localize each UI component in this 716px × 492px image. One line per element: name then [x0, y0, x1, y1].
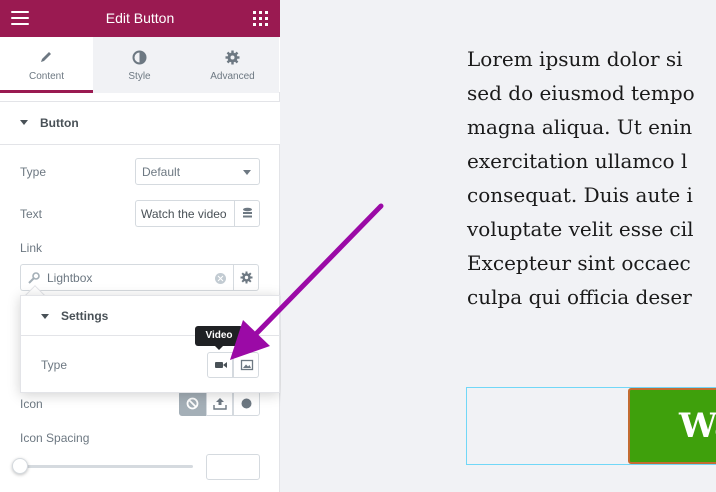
button-widget-outline[interactable]: Wa: [466, 387, 716, 465]
type-image-option[interactable]: [233, 352, 259, 378]
type-select-value: Default: [142, 165, 181, 179]
tab-content[interactable]: Content: [0, 37, 93, 93]
paragraph-line: magna aliqua. Ut enin: [467, 115, 693, 139]
caret-down-icon: [41, 314, 49, 319]
icon-upload-option[interactable]: [206, 391, 233, 416]
lorem-paragraph: Lorem ipsum dolor si sed do eiusmod temp…: [467, 42, 695, 314]
icon-spacing-label: Icon Spacing: [20, 431, 90, 445]
panel-tabs: Content Style Advanced: [0, 37, 280, 93]
link-options-button[interactable]: [233, 264, 259, 291]
database-icon: [243, 207, 252, 218]
paragraph-line: voluptate velit esse cil: [467, 217, 694, 241]
video-camera-icon: [215, 362, 227, 368]
chevron-down-icon: [243, 170, 251, 175]
page-preview: Lorem ipsum dolor si sed do eiusmod temp…: [281, 0, 716, 492]
popover-type-label: Type: [41, 358, 68, 372]
ban-icon: [186, 397, 199, 410]
paragraph-line: Excepteur sint occaec: [467, 251, 691, 275]
panel-title: Edit Button: [105, 10, 175, 26]
type-select[interactable]: Default: [135, 158, 260, 185]
wrench-icon: [28, 272, 40, 284]
clear-icon[interactable]: [215, 273, 226, 284]
paragraph-line: culpa qui officia deser: [467, 285, 692, 309]
link-label: Link: [20, 241, 43, 255]
circle-icon: [241, 398, 252, 409]
section-title: Button: [40, 116, 79, 130]
paragraph-line: Lorem ipsum dolor si: [467, 47, 683, 71]
half-circle-icon: [132, 50, 147, 65]
link-input-value: Lightbox: [47, 271, 93, 285]
tab-content-label: Content: [28, 71, 65, 82]
image-icon: [240, 359, 254, 371]
gear-icon: [240, 271, 253, 284]
widgets-grid-icon[interactable]: [253, 11, 268, 26]
link-input[interactable]: Lightbox: [20, 264, 233, 291]
paragraph-line: sed do eiusmod tempo: [467, 81, 695, 105]
icon-none-option[interactable]: [179, 391, 206, 416]
tab-style[interactable]: Style: [93, 37, 186, 93]
editor-panel: Edit Button Content Style Advanced Butto…: [0, 0, 280, 492]
section-button-header[interactable]: Button: [0, 101, 280, 145]
tab-advanced-label: Advanced: [210, 71, 255, 82]
watch-video-button-label: Wa: [679, 406, 716, 446]
upload-icon: [213, 398, 227, 410]
icon-library-option[interactable]: [233, 391, 260, 416]
text-label: Text: [20, 207, 43, 221]
panel-header: Edit Button: [0, 0, 280, 37]
icon-spacing-slider-handle[interactable]: [12, 458, 28, 474]
dynamic-tags-button[interactable]: [234, 200, 260, 227]
popover-title: Settings: [61, 309, 109, 323]
paragraph-line: exercitation ullamco l: [467, 149, 688, 173]
tab-advanced[interactable]: Advanced: [186, 37, 279, 93]
icon-spacing-input[interactable]: [206, 454, 260, 480]
watch-video-button[interactable]: Wa: [628, 388, 716, 464]
type-video-option[interactable]: [207, 352, 233, 378]
caret-down-icon: [20, 120, 28, 125]
pencil-icon: [41, 52, 51, 62]
gear-icon: [225, 50, 240, 65]
icon-label: Icon: [20, 397, 43, 411]
icon-spacing-slider-track[interactable]: [20, 465, 193, 468]
text-input[interactable]: Watch the video: [135, 200, 234, 227]
tab-style-label: Style: [128, 71, 151, 82]
video-tooltip: Video: [195, 326, 243, 350]
type-label: Type: [20, 165, 47, 179]
paragraph-line: consequat. Duis aute i: [467, 183, 693, 207]
